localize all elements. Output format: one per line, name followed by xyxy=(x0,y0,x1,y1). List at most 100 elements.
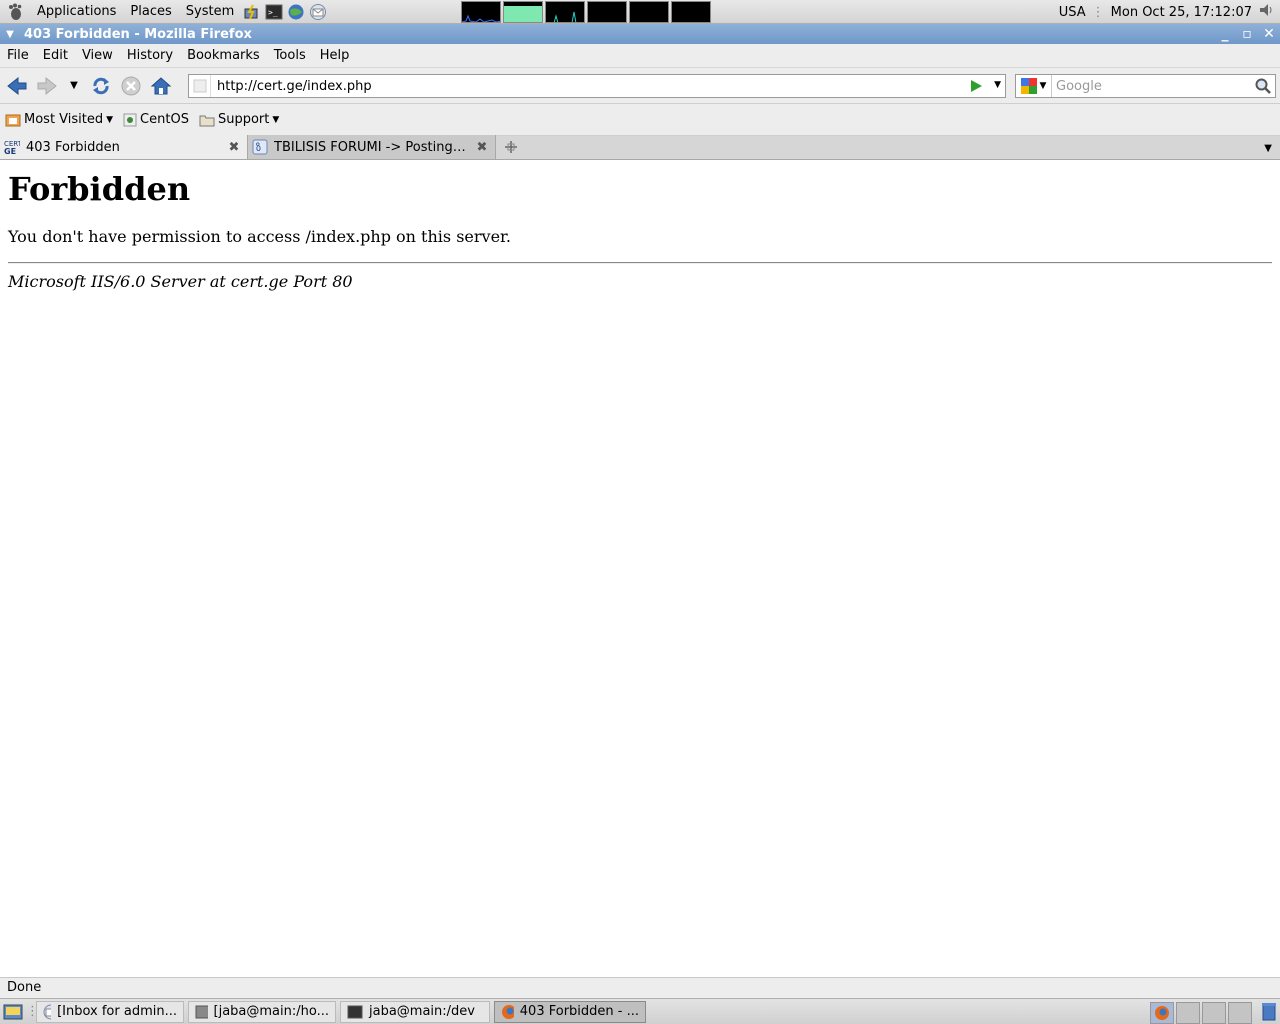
menu-edit[interactable]: Edit xyxy=(36,48,75,63)
svg-text:>_: >_ xyxy=(268,8,278,17)
system-menu[interactable]: System xyxy=(179,0,241,24)
workspace-2[interactable] xyxy=(1176,1002,1200,1024)
load-monitor xyxy=(629,1,669,23)
task-label: jaba@main:/dev xyxy=(369,1004,475,1019)
home-button[interactable] xyxy=(146,72,176,100)
window-title: 403 Forbidden - Mozilla Firefox xyxy=(24,26,252,42)
menu-history[interactable]: History xyxy=(120,48,180,63)
network-launcher-icon[interactable] xyxy=(242,2,262,22)
network-monitor xyxy=(545,1,585,23)
workspace-switcher xyxy=(1148,1001,1278,1024)
terminal-launcher-icon[interactable]: >_ xyxy=(264,2,284,22)
system-monitor-applet[interactable] xyxy=(461,1,711,23)
chevron-down-icon: ▼ xyxy=(272,114,280,125)
bookmark-support[interactable]: Support ▼ xyxy=(194,112,284,127)
places-menu[interactable]: Places xyxy=(123,0,178,24)
task-label: [jaba@main:/ho... xyxy=(213,1004,329,1019)
bookmarks-toolbar: Most Visited ▼ CentOS Support ▼ xyxy=(0,104,1280,136)
back-button[interactable] xyxy=(2,72,32,100)
panel-separator: ⋮ xyxy=(1091,4,1105,20)
task-mail[interactable]: [Inbox for admin... xyxy=(36,1000,184,1023)
panel-handle: ⋮ xyxy=(26,1004,39,1019)
minimize-icon[interactable]: _ xyxy=(1218,26,1232,42)
workspace-3[interactable] xyxy=(1202,1002,1226,1024)
mail-icon xyxy=(43,1004,52,1019)
gnome-foot-icon[interactable] xyxy=(6,2,26,22)
folder-icon xyxy=(199,115,215,126)
url-input[interactable] xyxy=(211,76,951,96)
trash-icon[interactable] xyxy=(1260,1001,1278,1024)
volume-icon[interactable] xyxy=(1258,2,1274,22)
workspace-1[interactable] xyxy=(1150,1002,1174,1024)
applications-menu[interactable]: Applications xyxy=(30,0,123,24)
url-history-dropdown-icon[interactable]: ▼ xyxy=(994,80,1001,90)
tab-403-forbidden[interactable]: CERT GE 403 Forbidden ✖ xyxy=(0,135,248,159)
tab-tbilisis-forumi[interactable]: ზ TBILISIS FORUMI -> Posting N... ✖ xyxy=(248,135,496,159)
history-dropdown-icon[interactable]: ▼ xyxy=(62,72,86,100)
tab-close-icon[interactable]: ✖ xyxy=(227,140,241,155)
search-engine-selector[interactable]: ▼ xyxy=(1016,75,1052,97)
forum-favicon: ზ xyxy=(252,139,268,155)
window-titlebar[interactable]: ▼ 403 Forbidden - Mozilla Firefox _ ▫ ✕ xyxy=(0,24,1280,44)
maximize-icon[interactable]: ▫ xyxy=(1240,26,1254,42)
disk-monitor xyxy=(671,1,711,23)
search-input[interactable] xyxy=(1052,78,1252,94)
browser-launcher-icon[interactable] xyxy=(286,2,306,22)
search-icon[interactable] xyxy=(1255,78,1271,98)
mail-launcher-icon[interactable] xyxy=(308,2,328,22)
page-icon xyxy=(123,113,137,126)
stop-button[interactable] xyxy=(116,72,146,100)
memory-monitor xyxy=(503,1,543,23)
svg-text:GE: GE xyxy=(4,147,16,155)
engine-dropdown-icon: ▼ xyxy=(1039,81,1047,91)
task-terminal-dev[interactable]: jaba@main:/dev xyxy=(340,1000,490,1023)
task-firefox[interactable]: 403 Forbidden - ... xyxy=(494,1000,646,1023)
keyboard-layout-indicator[interactable]: USA xyxy=(1059,5,1086,20)
svg-text:ზ: ზ xyxy=(256,142,261,154)
top-panel: Applications Places System >_ USA ⋮ Mon … xyxy=(0,0,1280,24)
close-icon[interactable]: ✕ xyxy=(1262,26,1276,42)
tab-close-icon[interactable]: ✖ xyxy=(475,140,489,155)
cert-ge-favicon: CERT GE xyxy=(4,139,20,155)
bookmark-centos[interactable]: CentOS xyxy=(118,112,194,127)
status-text: Done xyxy=(7,980,42,995)
terminal-icon xyxy=(347,1005,363,1018)
folder-feed-icon xyxy=(5,114,21,126)
page-heading: Forbidden xyxy=(8,170,191,208)
reload-button[interactable] xyxy=(86,72,116,100)
window-menu-icon[interactable]: ▼ xyxy=(0,29,20,40)
task-label: [Inbox for admin... xyxy=(57,1004,177,1019)
new-tab-button[interactable] xyxy=(496,135,526,159)
tab-label: 403 Forbidden xyxy=(26,139,120,155)
list-all-tabs-icon[interactable]: ▼ xyxy=(1264,143,1272,154)
terminal-icon xyxy=(195,1005,208,1018)
tab-strip: CERT GE 403 Forbidden ✖ ზ TBILISIS FORUMI… xyxy=(0,135,1280,160)
clock[interactable]: Mon Oct 25, 17:12:07 xyxy=(1111,5,1252,20)
site-identity-icon[interactable] xyxy=(189,75,211,97)
page-content: Forbidden You don't have permission to a… xyxy=(0,160,1280,977)
menubar: File Edit View History Bookmarks Tools H… xyxy=(0,44,1280,68)
url-bar[interactable]: ▼ xyxy=(188,74,1006,98)
bookmark-label: CentOS xyxy=(140,112,189,127)
task-terminal-home[interactable]: [jaba@main:/ho... xyxy=(188,1000,336,1023)
menu-bookmarks[interactable]: Bookmarks xyxy=(180,48,267,63)
firefox-icon xyxy=(502,1004,514,1019)
workspace-4[interactable] xyxy=(1228,1002,1252,1024)
menu-tools[interactable]: Tools xyxy=(267,48,313,63)
forward-button[interactable] xyxy=(32,72,62,100)
divider xyxy=(8,262,1272,264)
go-arrow-icon[interactable] xyxy=(969,78,983,98)
menu-view[interactable]: View xyxy=(75,48,120,63)
bookmark-most-visited[interactable]: Most Visited ▼ xyxy=(0,112,118,128)
task-label: 403 Forbidden - ... xyxy=(519,1004,639,1019)
status-bar: Done xyxy=(0,977,1280,998)
search-bar[interactable]: ▼ xyxy=(1015,74,1276,98)
menu-file[interactable]: File xyxy=(0,48,36,63)
menu-help[interactable]: Help xyxy=(313,48,357,63)
bookmark-label: Most Visited xyxy=(24,112,104,127)
show-desktop-icon[interactable] xyxy=(0,1001,26,1023)
bottom-panel: ⋮ [Inbox for admin... [jaba@main:/ho... … xyxy=(0,998,1280,1024)
cpu-monitor xyxy=(461,1,501,23)
chevron-down-icon: ▼ xyxy=(106,114,114,125)
bookmark-label: Support xyxy=(217,112,270,127)
